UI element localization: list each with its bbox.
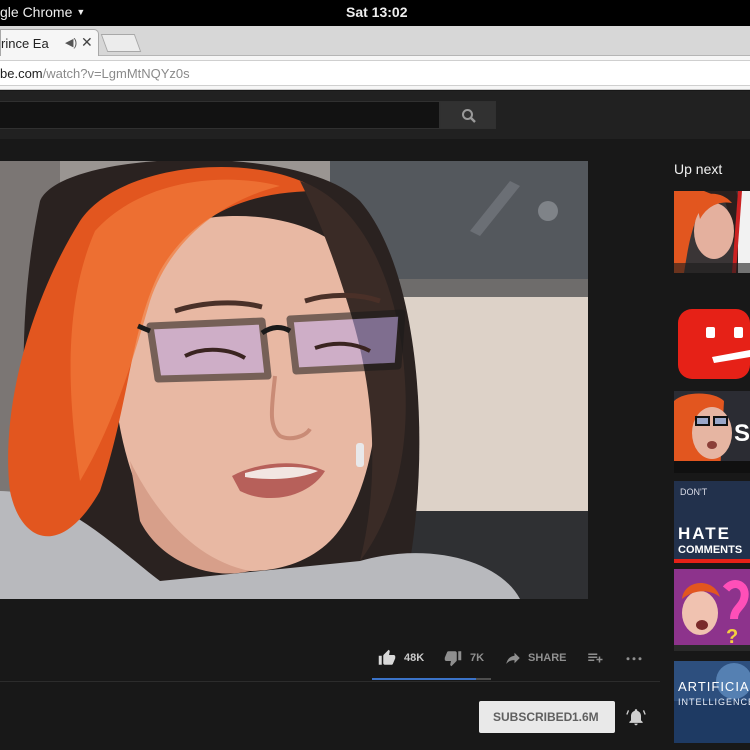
subscribe-label: SUBSCRIBED bbox=[493, 710, 573, 724]
share-label: SHARE bbox=[528, 652, 567, 664]
up-next-heading: Up next bbox=[674, 161, 723, 177]
like-button[interactable]: 48K bbox=[378, 647, 428, 669]
url-text: be.com/watch?v=LgmMtNQYz0s bbox=[0, 66, 190, 81]
bell-icon[interactable] bbox=[626, 707, 646, 727]
search-icon bbox=[462, 109, 476, 123]
browser-tab-strip: rince Ea ◀) ✕ bbox=[0, 26, 750, 56]
app-menu-label: gle Chrome bbox=[0, 4, 73, 20]
subscriber-count: 1.6M bbox=[572, 710, 599, 724]
thumb-down-icon bbox=[444, 651, 462, 667]
like-ratio-bar bbox=[372, 678, 491, 680]
thumbnail-caption-bottom: INTELLIGENCE bbox=[678, 697, 750, 707]
section-divider bbox=[0, 681, 660, 682]
thumbnail-image: DON'T HATE COMMENTS bbox=[674, 481, 750, 563]
like-ratio-fill bbox=[372, 678, 476, 680]
up-next-thumbnail-5[interactable]: ? bbox=[674, 569, 750, 651]
search-button[interactable] bbox=[440, 101, 496, 129]
app-menu[interactable]: gle Chrome ▼ bbox=[0, 4, 85, 20]
thumbnail-caption: ARTIFICIA bbox=[678, 679, 750, 694]
system-top-bar: gle Chrome ▼ Sat 13:02 bbox=[0, 0, 750, 26]
url-host: be.com bbox=[0, 66, 43, 81]
up-next-thumbnail-4[interactable]: DON'T HATE COMMENTS bbox=[674, 481, 750, 563]
share-arrow-icon bbox=[506, 652, 520, 664]
svg-text:?: ? bbox=[726, 626, 738, 648]
thumb-up-icon bbox=[378, 649, 396, 665]
search-input[interactable] bbox=[0, 101, 440, 129]
sad-youtube-logo-image bbox=[674, 305, 750, 387]
thumbnail-caption: HATE bbox=[678, 524, 731, 543]
watch-page: 48K 7K SHARE SUBSCRIBED 1.6M Up next S D… bbox=[0, 139, 750, 750]
tab-title: rince Ea bbox=[1, 36, 49, 51]
url-path: /watch?v=LgmMtNQYz0s bbox=[42, 66, 190, 81]
thumbnail-caption-bottom: COMMENTS bbox=[678, 544, 742, 556]
thumbnail-image bbox=[674, 191, 750, 273]
address-bar[interactable]: be.com/watch?v=LgmMtNQYz0s bbox=[0, 60, 750, 86]
subscribe-button[interactable]: SUBSCRIBED 1.6M bbox=[479, 701, 615, 733]
up-next-thumbnail-1[interactable] bbox=[674, 191, 750, 273]
close-icon[interactable]: ✕ bbox=[81, 34, 93, 51]
new-tab-button[interactable] bbox=[100, 34, 142, 52]
chevron-down-icon: ▼ bbox=[76, 7, 86, 17]
system-clock[interactable]: Sat 13:02 bbox=[346, 4, 407, 20]
speaker-icon[interactable]: ◀) bbox=[65, 36, 77, 49]
more-dots-icon bbox=[626, 657, 642, 661]
youtube-masthead bbox=[0, 91, 750, 139]
up-next-thumbnail-2[interactable] bbox=[674, 305, 750, 387]
thumbnail-image: ARTIFICIA INTELLIGENCE bbox=[674, 661, 750, 743]
up-next-thumbnail-6[interactable]: ARTIFICIA INTELLIGENCE bbox=[674, 661, 750, 743]
browser-toolbar: be.com/watch?v=LgmMtNQYz0s bbox=[0, 56, 750, 90]
more-actions-button[interactable] bbox=[625, 647, 647, 669]
thumbnail-caption: S bbox=[734, 420, 750, 447]
save-to-playlist-button[interactable] bbox=[586, 647, 606, 669]
thumbnail-caption-top: DON'T bbox=[680, 487, 708, 497]
browser-tab[interactable]: rince Ea ◀) ✕ bbox=[0, 29, 99, 56]
thumbnail-image: ? bbox=[674, 569, 750, 651]
share-button[interactable]: SHARE bbox=[504, 647, 574, 669]
dislike-count: 7K bbox=[470, 652, 485, 664]
thumbnail-image: S bbox=[674, 391, 750, 473]
up-next-thumbnail-3[interactable]: S bbox=[674, 391, 750, 473]
like-count: 48K bbox=[404, 652, 425, 664]
dislike-button[interactable]: 7K bbox=[444, 647, 494, 669]
add-to-playlist-icon bbox=[588, 653, 603, 663]
video-frame-image bbox=[0, 161, 588, 599]
video-player[interactable] bbox=[0, 161, 588, 599]
